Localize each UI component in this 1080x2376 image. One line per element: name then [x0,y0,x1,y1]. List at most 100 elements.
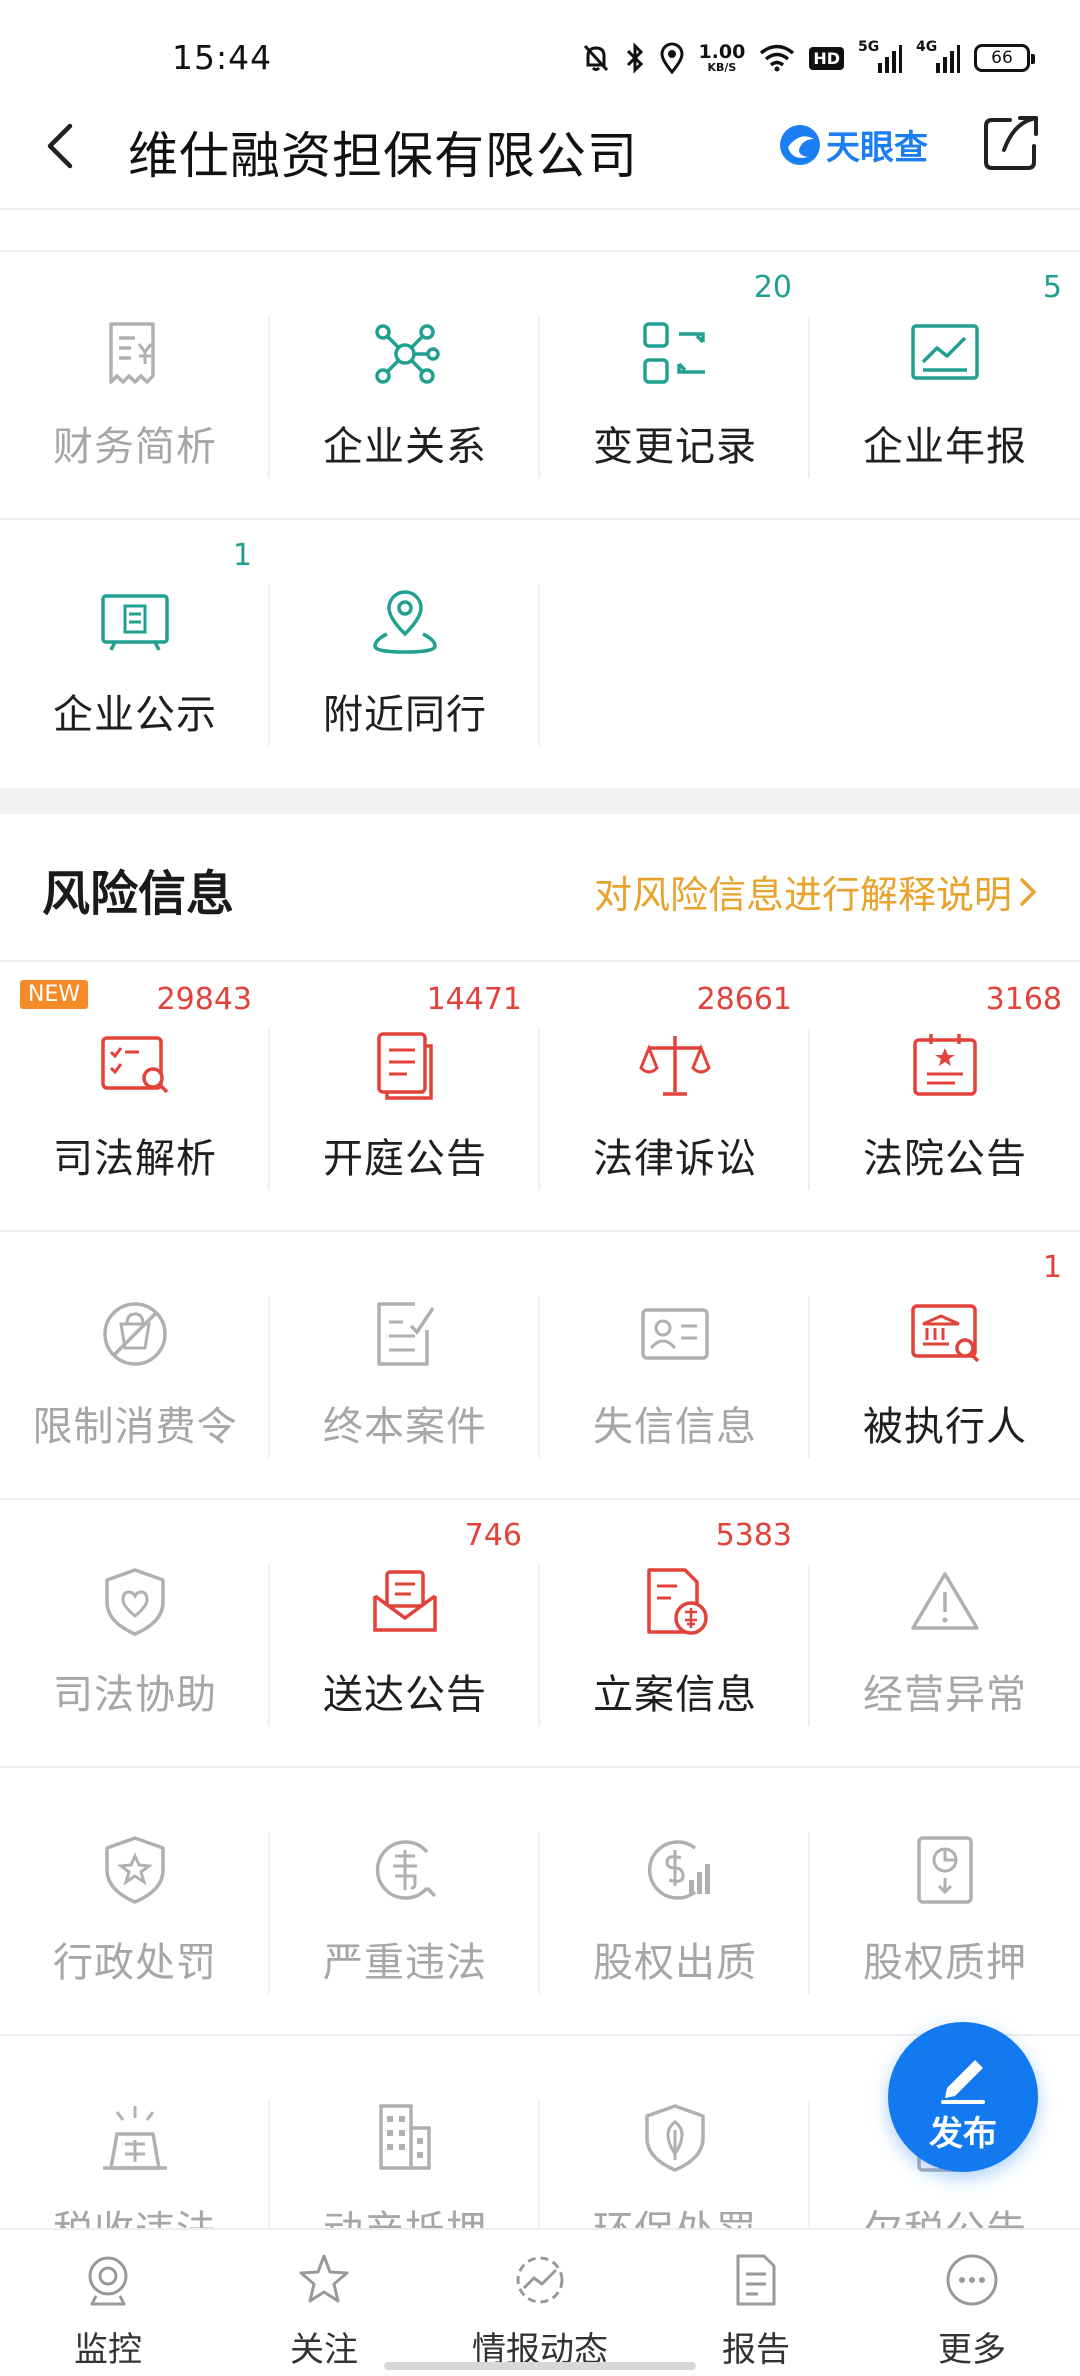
share-icon[interactable] [980,112,1042,174]
tile-count: 20 [753,270,792,305]
tile-count: 3168 [985,982,1062,1017]
tile-admin-penalty[interactable]: 行政处罚 [0,1768,270,2036]
risk-row-3: 司法协助 送达公告 746 立案信息 5383 经营异常 [0,1500,1080,1768]
tile-business-abnormal[interactable]: 经营异常 [810,1500,1080,1768]
bottom-nav: 监控 关注 情报动态 报告 更多 [0,2228,1080,2376]
nav-monitor[interactable]: 监控 [0,2230,216,2376]
tile-lawsuit[interactable]: 法律诉讼 28661 [540,964,810,1232]
tile-label: 立案信息 [593,1672,757,1718]
tile-serious-violation[interactable]: 严重违法 [270,1768,540,2036]
tile-annual-report[interactable]: 企业年报 5 [810,252,1080,520]
tianyancha-logo-icon [780,124,820,165]
tile-executed-person[interactable]: 被执行人 1 [810,1232,1080,1500]
executed-person-icon [911,1304,980,1363]
wifi-icon [760,44,795,72]
tile-court-notice[interactable]: 法院公告 3168 [810,964,1080,1232]
status-bar: 15:44 1.00 KB/S HD 5G 4G 66 [0,0,1080,90]
bluetooth-icon [627,42,644,74]
nav-intel[interactable]: 情报动态 [432,2230,648,2376]
back-arrow-icon[interactable] [32,116,92,176]
tile-finance[interactable]: 财务简析 [0,252,270,520]
risk-section-header: 风险信息 对风险信息进行解释说明 [0,810,1080,962]
tile-label: 司法解析 [53,1136,217,1182]
risk-row-2: 限制消费令 终本案件 失信信息 被执行人 1 [0,1232,1080,1500]
judicial-analysis-icon [101,1036,169,1094]
dishonesty-icon [641,1308,709,1360]
nav-more[interactable]: 更多 [864,2230,1080,2376]
brand-name: 天眼查 [826,128,928,168]
tile-dishonesty[interactable]: 失信信息 [540,1232,810,1500]
tile-terminated-case[interactable]: 终本案件 [270,1232,540,1500]
tile-label: 失信信息 [593,1404,757,1450]
home-indicator[interactable] [384,2362,696,2370]
chattel-mortgage-icon [379,2104,431,2170]
tile-label: 被执行人 [863,1404,1027,1450]
more-icon [946,2254,998,2306]
report-icon [736,2254,776,2306]
tile-label: 开庭公告 [323,1136,487,1182]
risk-row-1: NEW 司法解析 29843 开庭公告 14471 法律诉讼 28661 法院公… [0,964,1080,1232]
service-notice-icon [373,1570,437,1632]
tile-judicial-analysis[interactable]: NEW 司法解析 29843 [0,964,270,1232]
publish-fab-button[interactable]: 发布 [888,2022,1038,2172]
speed-value: 1.00 [698,41,746,63]
tile-publicity[interactable]: 企业公示 1 [0,520,270,788]
signal-5g: 5G [858,39,902,75]
tile-label: 法律诉讼 [593,1136,757,1182]
status-time: 15:44 [172,38,273,77]
tile-label: 送达公告 [323,1672,487,1718]
tile-change-record[interactable]: 变更记录 20 [540,252,810,520]
tile-stock-pledge[interactable]: 股权质押 [810,1768,1080,2036]
tile-case-filing[interactable]: 立案信息 5383 [540,1500,810,1768]
company-publicity-icon [101,594,169,651]
tile-count: 5 [1042,270,1062,305]
signal-4g: 4G [916,39,960,75]
stock-pledge-icon [917,1836,973,1904]
chevron-right-icon [1020,877,1037,906]
hd-badge: HD [809,46,844,70]
tile-restrict-consumption[interactable]: 限制消费令 [0,1232,270,1500]
terminated-case-icon [377,1302,435,1366]
risk-explain-link[interactable]: 对风险信息进行解释说明 [594,864,1040,919]
nav-report[interactable]: 报告 [648,2230,864,2376]
risk-explain-text: 对风险信息进行解释说明 [593,873,1012,917]
tile-label: 股权质押 [863,1940,1027,1986]
battery-icon: 66 [974,44,1035,72]
tile-court-session[interactable]: 开庭公告 14471 [270,964,540,1232]
restrict-consumption-icon [103,1302,167,1366]
tile-count: 1 [232,538,252,573]
tile-label: 经营异常 [863,1672,1027,1718]
tile-label: 限制消费令 [32,1404,238,1450]
tile-service-notice[interactable]: 送达公告 746 [270,1500,540,1768]
pencil-icon [941,2060,985,2104]
nav-label: 监控 [74,2330,142,2370]
brand-logo: 天眼查 [778,120,928,169]
tile-nearby-peers[interactable]: 附近同行 [270,520,540,788]
nearby-peers-icon [373,590,437,654]
tile-count: 1 [1042,1250,1062,1285]
tile-count: 28661 [696,982,792,1017]
tile-label: 附近同行 [323,692,487,738]
tile-relations[interactable]: 企业关系 [270,252,540,520]
app-header: 维仕融资担保有限公司 天眼查 [0,90,1080,210]
change-record-icon [643,322,705,384]
intel-trend-icon [516,2256,564,2304]
monitor-icon [88,2256,128,2306]
environment-penalty-icon [645,2104,705,2172]
serious-violation-icon [375,1840,437,1900]
grid-row-1: 财务简析 企业关系 变更记录 20 企业年报 5 [0,252,1080,520]
page-title: 维仕融资担保有限公司 [128,127,638,185]
risk-section-title: 风险信息 [42,866,235,922]
tile-label: 行政处罚 [53,1940,217,1986]
tile-equity-pledge[interactable]: 股权出质 [540,1768,810,2036]
nav-follow[interactable]: 关注 [216,2230,432,2376]
speed-unit: KB/S [707,61,737,74]
tile-label: 企业公示 [53,692,217,738]
warning-icon [911,1572,979,1630]
tax-violation-icon [103,2106,167,2170]
judicial-assist-icon [105,1568,165,1636]
case-filing-icon [647,1568,708,1635]
tile-judicial-assist[interactable]: 司法协助 [0,1500,270,1768]
tile-label: 法院公告 [863,1136,1027,1182]
tile-count: 29843 [156,982,252,1017]
